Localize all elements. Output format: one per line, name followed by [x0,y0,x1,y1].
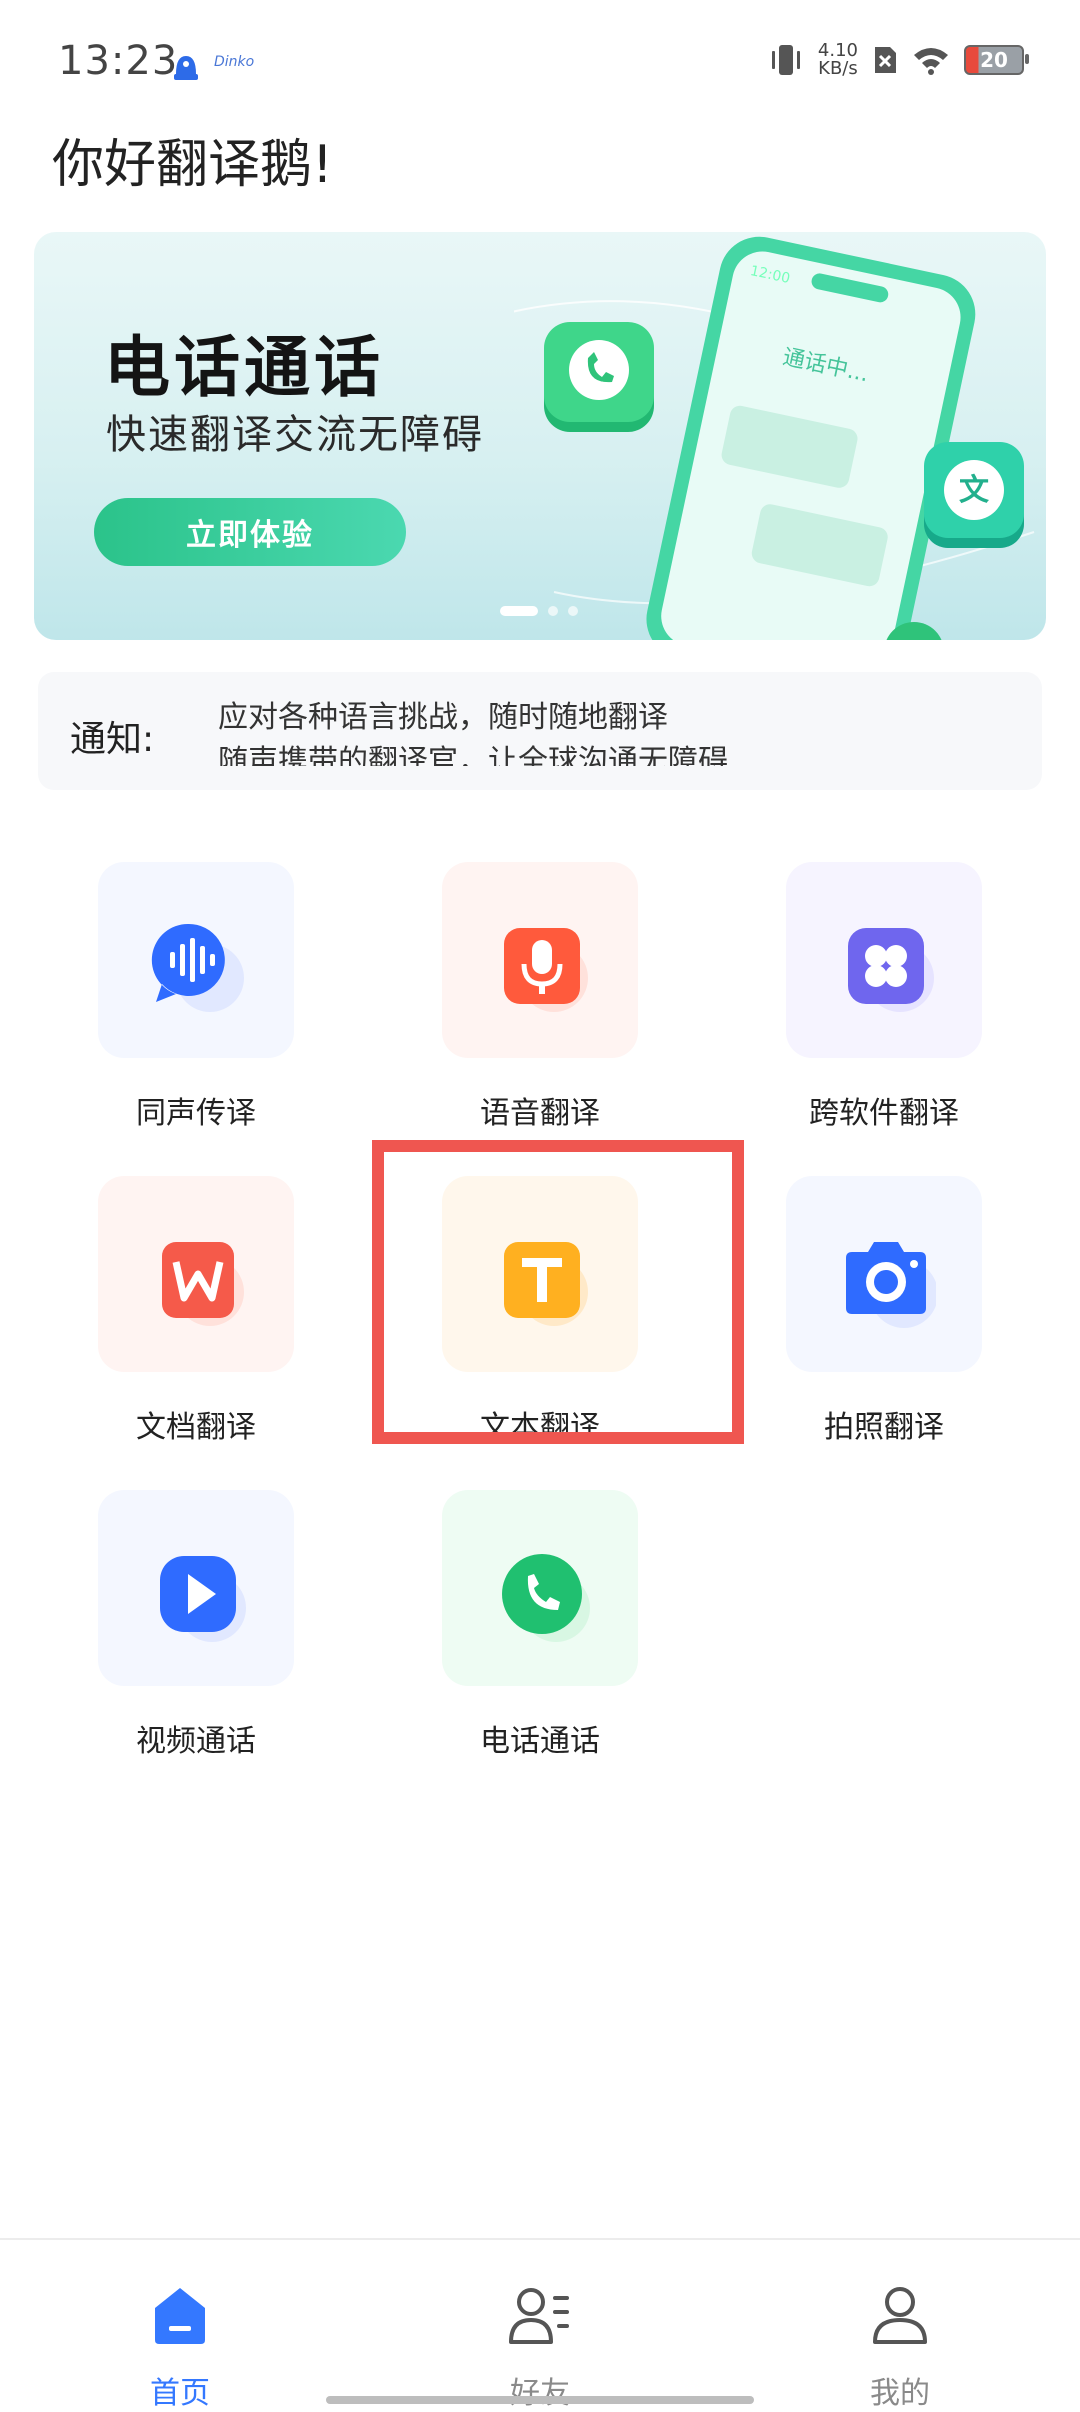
feature-label: 电话通话 [480,1724,600,1759]
feature-label: 视频通话 [136,1724,256,1759]
notice-text: 应对各种语言挑战，随时随地翻译 [218,700,668,735]
document-w-icon [162,1242,244,1326]
feature-document-translation[interactable]: 文档翻译 [98,1176,294,1445]
bottom-navigation: 首页 好友 我的 [0,2238,1080,2412]
nav-label: 好友 [510,2376,570,2411]
status-time: 13:23 [58,38,179,84]
feature-label: 语音翻译 [480,1096,600,1131]
nav-label: 首页 [150,2376,210,2411]
battery-indicator: 20 [964,45,1029,75]
phone-call-icon [502,1554,590,1642]
call-bubble-icon [544,322,654,432]
no-sim-icon [875,47,896,73]
nav-friends[interactable]: 好友 [440,2280,640,2412]
home-icon [155,2288,205,2344]
apps-grid-icon [848,928,934,1012]
feature-label: 跨软件翻译 [809,1096,959,1131]
profile-icon [873,2287,927,2344]
pager-dot [500,606,538,616]
banner-pager [500,606,578,616]
camera-icon [846,1242,936,1328]
app-notification-label: Dinko [214,54,255,70]
status-right: 4.10 KB/s 20 [768,40,1029,79]
microphone-icon [504,928,588,1012]
pager-dot [548,606,558,616]
feature-voice-translation[interactable]: 语音翻译 [442,862,638,1131]
feature-label: 拍照翻译 [824,1410,944,1445]
feature-cross-app-translation[interactable]: 跨软件翻译 [786,862,982,1131]
phone-illustration: 12:00 通话中... 文 [514,236,1035,640]
promo-banner[interactable]: 电话通话 快速翻译交流无障碍 立即体验 12:00 通话中... 文 [34,232,1046,640]
nav-home[interactable]: 首页 [80,2280,280,2412]
feature-photo-translation[interactable]: 拍照翻译 [786,1176,982,1445]
pager-dot [568,606,578,616]
try-now-button[interactable]: 立即体验 [94,498,406,566]
wifi-icon [914,48,948,75]
home-indicator[interactable] [326,2396,754,2404]
banner-title: 电话通话 [104,329,384,406]
translate-bubble-icon: 文 [924,442,1024,548]
feature-phone-call[interactable]: 电话通话 [442,1490,638,1759]
notice-bar[interactable]: 通知: 应对各种语言挑战，随时随地翻译 随声携带的翻译官，让全球沟通无障碍 [38,672,1042,790]
video-play-icon [160,1556,246,1642]
feature-simultaneous-interpretation[interactable]: 同声传译 [98,862,294,1131]
page-title: 你好翻译鹅! [52,135,333,195]
feature-label: 同声传译 [136,1096,256,1131]
feature-label: 文档翻译 [136,1410,256,1445]
network-speed: 4.10 KB/s [817,40,858,79]
notice-text: 随声携带的翻译官，让全球沟通无障碍 [218,744,728,766]
friends-icon [509,2288,569,2344]
nav-label: 我的 [870,2376,930,2411]
svg-text:文: 文 [959,473,989,508]
app-notification-icon [174,56,198,80]
vibrate-icon [771,45,800,75]
sound-wave-icon [151,923,244,1012]
status-bar: 13:23 Dinko 4.10 KB/s 20 [0,0,1080,120]
nav-profile[interactable]: 我的 [800,2280,1000,2412]
notice-marquee: 应对各种语言挑战，随时随地翻译 随声携带的翻译官，让全球沟通无障碍 [218,696,1018,766]
selection-highlight [372,1140,744,1444]
feature-video-call[interactable]: 视频通话 [98,1490,294,1759]
notice-label: 通知: [70,719,155,760]
banner-subtitle: 快速翻译交流无障碍 [106,412,484,458]
